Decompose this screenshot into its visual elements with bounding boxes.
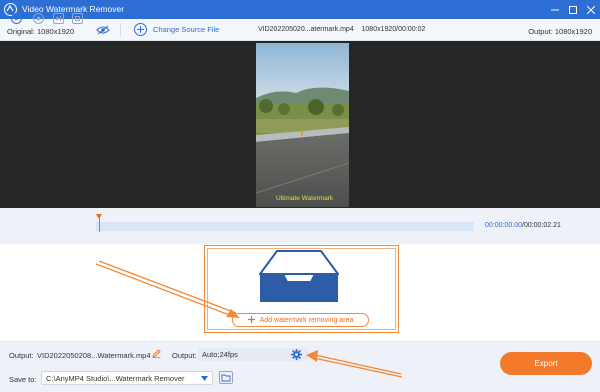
watermark-text[interactable]: Ultimate Watermark: [276, 195, 333, 202]
clip-icon[interactable]: [72, 13, 83, 24]
plus-circle-icon: [134, 23, 147, 36]
maximize-icon[interactable]: [564, 0, 582, 19]
output-file-name: VID2022050208...Watermark.mp4: [37, 351, 151, 360]
time-display: 00:00:00.00/00:00:02.21: [485, 222, 561, 229]
chevron-down-icon[interactable]: [195, 371, 213, 385]
source-info-bar: Original: 1080x1920 Change Source File V…: [0, 19, 600, 41]
timeline-track[interactable]: [96, 222, 474, 231]
change-source-button[interactable]: Change Source File: [134, 23, 219, 36]
stop-icon[interactable]: [33, 13, 44, 24]
plus-icon: [247, 315, 255, 325]
next-frame-icon[interactable]: [53, 13, 64, 24]
current-time: 00:00:00.00: [485, 222, 522, 229]
original-resolution: Original: 1080x1920: [7, 27, 75, 36]
divider: [120, 23, 121, 37]
file-name: VID202205020...atermark.mp4: [258, 26, 354, 33]
save-to-label: Save to:: [9, 375, 37, 384]
duration: 00:00:02.21: [523, 222, 561, 229]
file-info: VID202205020...atermark.mp4 1080x1920/00…: [258, 26, 425, 33]
folder-icon[interactable]: [219, 371, 233, 386]
edit-pencil-icon[interactable]: [152, 349, 161, 360]
minimize-icon[interactable]: [546, 0, 564, 19]
playhead-line: [98, 218, 100, 232]
close-icon[interactable]: [582, 0, 600, 19]
add-watermark-area-label: Add watermark removing area: [259, 316, 354, 324]
change-source-label: Change Source File: [153, 25, 220, 34]
file-meta: 1080x1920/00:00:02: [361, 26, 426, 33]
output-file-label: Output:: [9, 351, 34, 360]
output-format-value: Auto;24fps: [202, 350, 238, 359]
video-frame[interactable]: Ultimate Watermark: [256, 43, 349, 207]
play-icon[interactable]: [11, 13, 22, 24]
export-label: Export: [534, 359, 558, 368]
video-preview-area: Ultimate Watermark: [0, 41, 600, 208]
export-button[interactable]: Export: [500, 352, 592, 375]
save-to-path: C:\AnyMP4 Studio\...Watermark Remover: [46, 374, 185, 383]
title-bar: Video Watermark Remover: [0, 0, 600, 19]
output-resolution: Output: 1080x1920: [528, 27, 592, 36]
gear-icon[interactable]: [291, 349, 302, 362]
eye-slash-icon[interactable]: [96, 25, 110, 37]
add-watermark-area-button[interactable]: Add watermark removing area: [232, 313, 369, 327]
save-to-path-field[interactable]: C:\AnyMP4 Studio\...Watermark Remover: [41, 371, 213, 385]
output-format-label: Output:: [172, 351, 197, 360]
tray-icon: [258, 250, 340, 306]
